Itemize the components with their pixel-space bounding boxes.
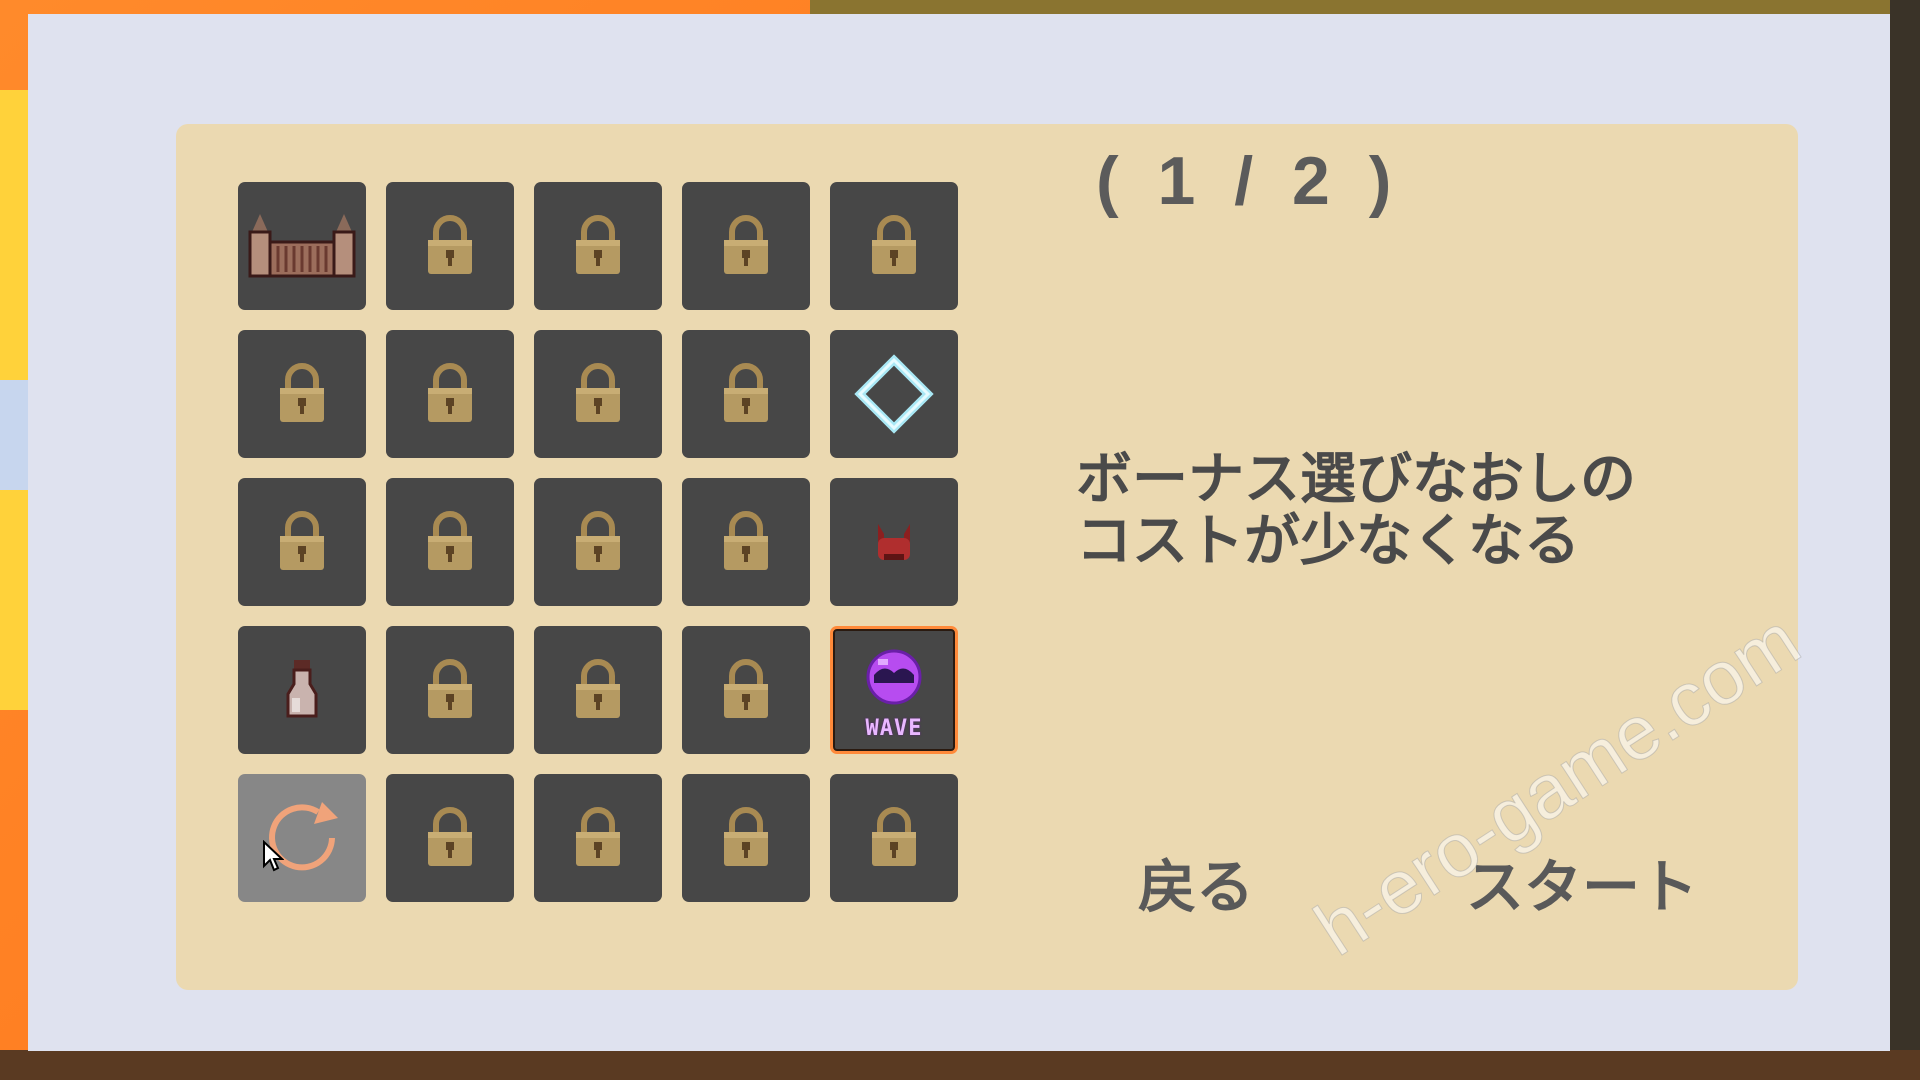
bonus-slot[interactable]: [534, 774, 662, 902]
padlock-icon: [570, 362, 626, 426]
padlock-icon: [274, 362, 330, 426]
background-strip: [0, 380, 28, 490]
page-indicator: ( 1 / 2 ): [1096, 143, 1402, 219]
bonus-slot[interactable]: [386, 626, 514, 754]
padlock-icon: [422, 362, 478, 426]
bonus-slot[interactable]: [682, 182, 810, 310]
bonus-slot[interactable]: [238, 626, 366, 754]
padlock-icon: [570, 658, 626, 722]
bonus-slot[interactable]: [238, 330, 366, 458]
horned-helmet-icon: [874, 520, 914, 564]
padlock-icon: [570, 510, 626, 574]
bonus-slot[interactable]: [534, 478, 662, 606]
padlock-icon: [866, 806, 922, 870]
reroll-arrow-icon: [252, 788, 352, 888]
bonus-slot[interactable]: WAVE: [830, 626, 958, 754]
wave-orb-icon: [862, 647, 926, 707]
padlock-icon: [570, 214, 626, 278]
padlock-icon: [718, 362, 774, 426]
background-strip: [0, 1050, 1920, 1080]
background-strip: [1890, 0, 1920, 1080]
game-screen: WAVE ( 1 / 2 ) ボーナス選びなおしの コストが少なくなる 戻る ス…: [0, 0, 1920, 1080]
background-strip: [810, 0, 1890, 14]
start-button[interactable]: スタート: [1466, 840, 1698, 924]
bonus-slot[interactable]: [534, 626, 662, 754]
bonus-slot[interactable]: [682, 774, 810, 902]
bonus-slot[interactable]: [534, 330, 662, 458]
modal-frame: WAVE ( 1 / 2 ) ボーナス選びなおしの コストが少なくなる 戻る ス…: [28, 14, 1890, 1051]
bonus-slot[interactable]: [682, 626, 810, 754]
padlock-icon: [422, 510, 478, 574]
padlock-icon: [422, 214, 478, 278]
padlock-icon: [718, 658, 774, 722]
gate-icon: [246, 214, 358, 278]
bonus-description: ボーナス選びなおしの コストが少なくなる: [1076, 447, 1636, 574]
bottle-icon: [282, 658, 322, 722]
bonus-slot[interactable]: [682, 478, 810, 606]
bonus-slot[interactable]: [830, 182, 958, 310]
bonus-select-panel: WAVE ( 1 / 2 ) ボーナス選びなおしの コストが少なくなる 戻る ス…: [176, 124, 1798, 990]
slot-label: WAVE: [865, 716, 923, 741]
padlock-icon: [718, 510, 774, 574]
padlock-icon: [718, 806, 774, 870]
padlock-icon: [570, 806, 626, 870]
bonus-slot[interactable]: [238, 182, 366, 310]
padlock-icon: [866, 214, 922, 278]
padlock-icon: [422, 658, 478, 722]
bonus-slot[interactable]: [534, 182, 662, 310]
bonus-slot[interactable]: [830, 330, 958, 458]
diamond-icon: [854, 354, 934, 434]
padlock-icon: [422, 806, 478, 870]
bonus-slot[interactable]: [386, 478, 514, 606]
bonus-grid: WAVE: [238, 182, 958, 902]
bonus-slot[interactable]: [386, 774, 514, 902]
padlock-icon: [718, 214, 774, 278]
bonus-slot[interactable]: [386, 182, 514, 310]
bonus-slot[interactable]: [682, 330, 810, 458]
bonus-slot[interactable]: [238, 478, 366, 606]
bonus-slot[interactable]: [830, 478, 958, 606]
bonus-slot[interactable]: [238, 774, 366, 902]
back-button[interactable]: 戻る: [1138, 840, 1254, 924]
padlock-icon: [274, 510, 330, 574]
bonus-slot[interactable]: [830, 774, 958, 902]
bonus-slot[interactable]: [386, 330, 514, 458]
